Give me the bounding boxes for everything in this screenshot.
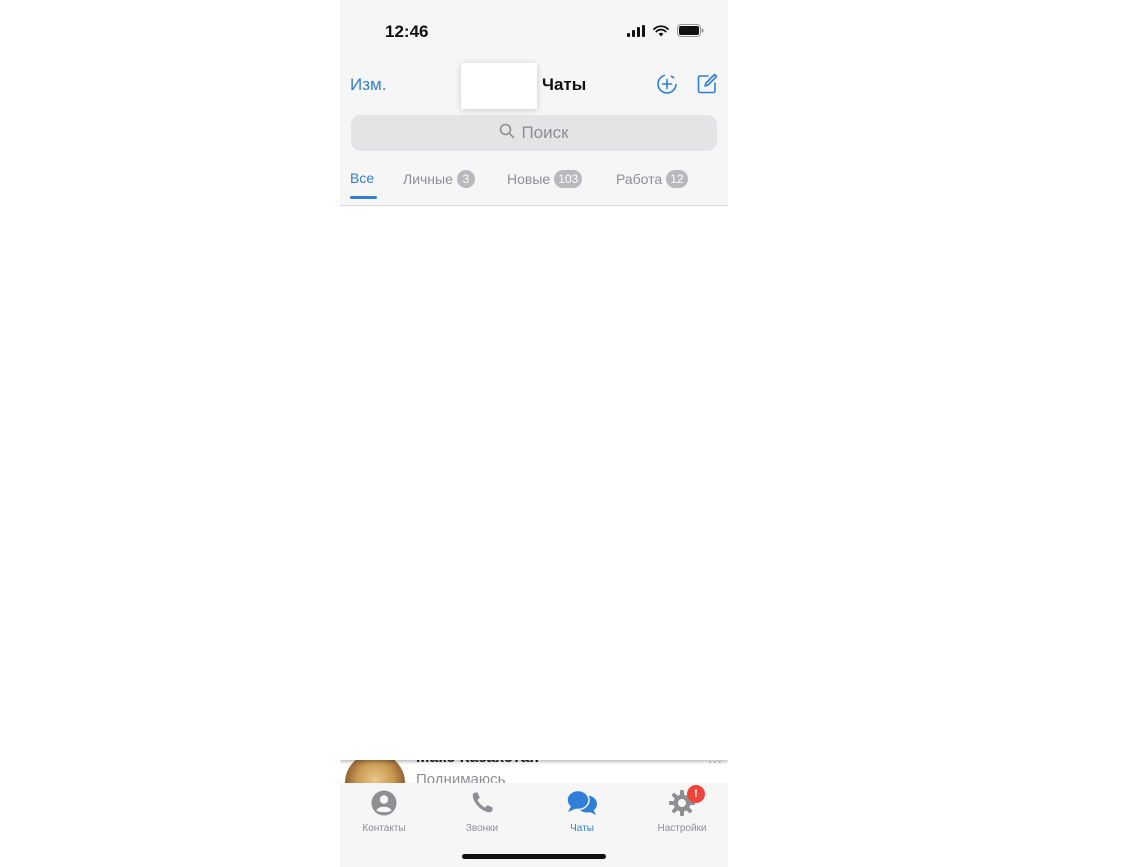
blank-overlay-panel (340, 206, 728, 760)
tab-count-badge: 103 (554, 170, 583, 188)
home-indicator (462, 854, 606, 859)
tab-count-badge: 3 (456, 170, 475, 188)
wifi-icon (653, 24, 669, 42)
nav-actions (656, 73, 718, 95)
notification-badge: ! (687, 785, 705, 803)
tab-all[interactable]: Все (350, 170, 374, 186)
add-circle-icon[interactable] (656, 73, 678, 95)
edit-button[interactable]: Изм. (350, 75, 386, 95)
tab-count-badge: 12 (666, 170, 688, 188)
tabbar-settings[interactable]: ! Настройки (642, 785, 722, 834)
tabbar-label: Звонки (465, 823, 499, 834)
active-tab-indicator (350, 196, 377, 199)
navigation-bar: Изм. Чаты (340, 60, 728, 110)
redacted-area (461, 63, 537, 109)
phone-screen: 12:46 Изм. Чаты Поиск Все Личные 3 Новые… (340, 0, 728, 867)
chat-bubbles-icon (542, 789, 622, 817)
page-title: Чаты (542, 75, 587, 94)
status-bar: 12:46 (340, 0, 728, 60)
phone-icon (442, 789, 522, 817)
tab-new[interactable]: Новые 103 (507, 170, 583, 188)
battery-icon (677, 24, 704, 42)
tab-label: Новые (507, 171, 551, 187)
tabbar-contacts[interactable]: Контакты (344, 789, 424, 834)
status-icons (627, 24, 704, 42)
person-circle-icon (344, 789, 424, 817)
tabbar-label: Чаты (570, 823, 594, 834)
tab-label: Личные (403, 171, 453, 187)
tab-label: Все (350, 170, 375, 186)
cellular-signal-icon (627, 24, 645, 42)
tab-label: Работа (616, 171, 663, 187)
bottom-tab-bar: Контакты Звонки Чаты ! Настройки (340, 783, 728, 867)
compose-icon[interactable] (696, 73, 718, 95)
gear-icon: ! (642, 785, 722, 817)
search-icon (499, 123, 515, 144)
tab-personal[interactable]: Личные 3 (403, 170, 475, 188)
tabbar-label: Контакты (362, 823, 406, 834)
search-placeholder: Поиск (521, 123, 569, 142)
search-input[interactable]: Поиск (351, 115, 717, 151)
tab-work[interactable]: Работа 12 (616, 170, 688, 188)
chat-folder-tabs: Все Личные 3 Новые 103 Работа 12 (340, 163, 728, 206)
status-time: 12:46 (385, 22, 429, 41)
tabbar-chats[interactable]: Чаты (542, 789, 622, 834)
tabbar-calls[interactable]: Звонки (442, 789, 522, 834)
tabbar-label: Настройки (657, 823, 707, 834)
